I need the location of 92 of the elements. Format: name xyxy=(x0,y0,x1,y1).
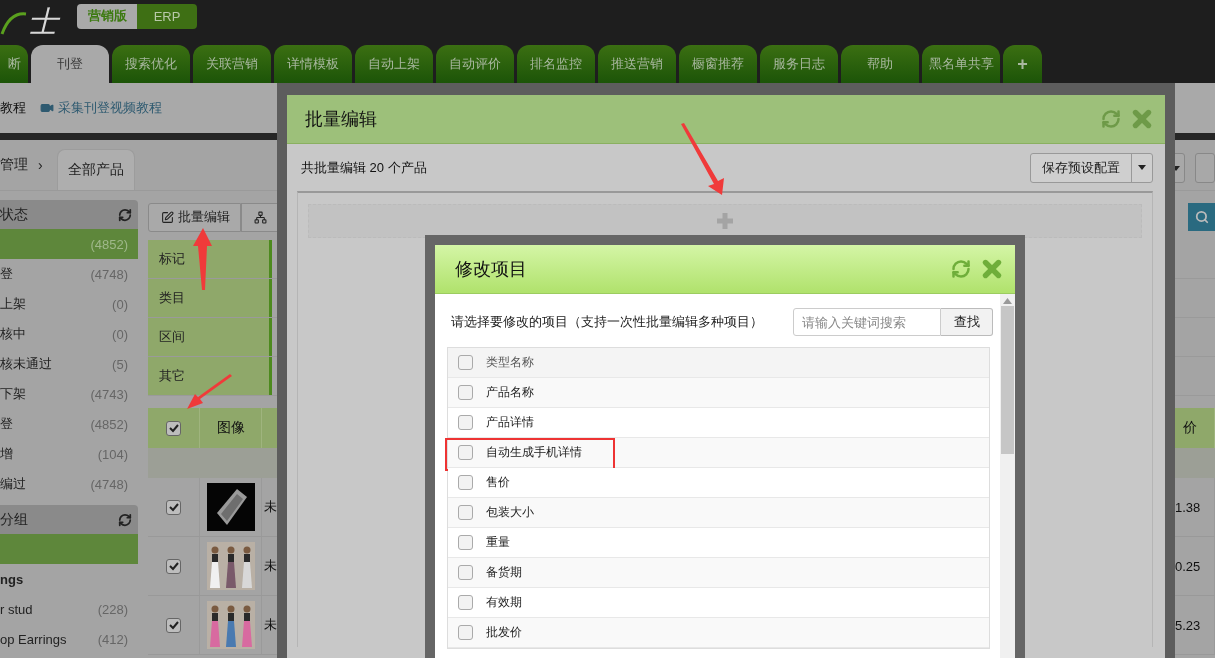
search-button[interactable] xyxy=(1188,203,1215,231)
annotation-arrow xyxy=(187,374,232,409)
caret-icon xyxy=(1138,165,1146,170)
annotation-arrow xyxy=(193,228,212,290)
nav-tab[interactable]: + xyxy=(1003,45,1042,83)
edit-icon xyxy=(161,210,174,224)
search-field[interactable]: 请输入关键词搜索 xyxy=(793,308,941,336)
product-tab[interactable]: 全部产品 xyxy=(56,149,135,190)
nav-tab[interactable]: 自动上架 xyxy=(355,45,433,83)
hierarchy-icon xyxy=(254,210,267,224)
item-label[interactable]: 批发价 xyxy=(486,624,522,641)
instruction-text: 请选择要修改的项目（支持一次性批量编辑多种项目） xyxy=(450,313,764,331)
header-cell: 图像 xyxy=(200,408,262,448)
checkbox[interactable] xyxy=(458,385,473,400)
add-item-bar[interactable] xyxy=(308,204,1142,238)
search-icon xyxy=(1194,210,1209,224)
filter-label: 其它 xyxy=(148,357,272,395)
sidebar-item[interactable]: r stud (228) xyxy=(0,594,138,624)
checkbox[interactable] xyxy=(458,475,473,490)
nav-tab[interactable]: 帮助 xyxy=(841,45,919,83)
logo-text: 士 xyxy=(28,4,58,40)
video-icon xyxy=(40,101,54,115)
checkbox[interactable] xyxy=(458,355,473,370)
item-label[interactable]: 售价 xyxy=(486,474,510,491)
checkbox[interactable] xyxy=(458,625,473,640)
nav-tab[interactable]: 推送营销 xyxy=(598,45,676,83)
sidebar-item[interactable]: 上架 (0) xyxy=(0,289,138,319)
filter-label: 标记 xyxy=(148,240,272,278)
nav-tab[interactable]: 搜索优化 xyxy=(112,45,190,83)
summary-text: 共批量编辑 20 个产品 xyxy=(301,158,428,177)
nav-tab[interactable]: 详情模板 xyxy=(274,45,352,83)
item-label[interactable]: 有效期 xyxy=(486,594,522,611)
sidebar-item[interactable]: 增 (104) xyxy=(0,439,138,469)
toolbar-button[interactable] xyxy=(241,202,278,232)
filter-label: 区间 xyxy=(148,318,272,356)
nav-tab[interactable]: 刊登 xyxy=(31,45,109,83)
checkbox[interactable] xyxy=(166,420,181,436)
sidebar-title: 状态 xyxy=(0,205,28,224)
table-cell: 未 xyxy=(264,616,277,634)
refresh-icon[interactable] xyxy=(951,259,971,279)
nav-tab[interactable]: 断 xyxy=(0,45,28,83)
table-cell: 1.38 xyxy=(1175,499,1201,515)
sidebar-item[interactable]: op Earrings (412) xyxy=(0,624,138,654)
sidebar-title: 分组 xyxy=(0,510,28,529)
checkbox[interactable] xyxy=(458,445,473,460)
sidebar-item[interactable]: 登 (4852) xyxy=(0,409,138,439)
nav-tab[interactable]: 排名监控 xyxy=(517,45,595,83)
modal-title: 批量编辑 xyxy=(305,108,378,131)
checkbox[interactable] xyxy=(458,415,473,430)
list-header: 类型名称 xyxy=(486,354,534,371)
nav-tab[interactable]: 自动评价 xyxy=(436,45,514,83)
item-label[interactable]: 产品名称 xyxy=(486,384,534,401)
checkbox[interactable] xyxy=(458,505,473,520)
filter-label: 类目 xyxy=(148,279,272,317)
checkbox[interactable] xyxy=(166,499,181,515)
item-label[interactable]: 重量 xyxy=(486,534,510,551)
plus-icon xyxy=(716,212,734,230)
table-cell: 未 xyxy=(264,498,277,516)
refresh-icon[interactable] xyxy=(118,207,132,222)
sidebar-item[interactable]: 核未通过 (5) xyxy=(0,349,138,379)
nav-tab[interactable]: 服务日志 xyxy=(760,45,838,83)
nav-tab[interactable]: 黑名单共享 xyxy=(922,45,1000,83)
checkbox[interactable] xyxy=(166,558,181,574)
item-label[interactable]: 包装大小 xyxy=(486,504,534,521)
find-button[interactable]: 查找 xyxy=(941,308,993,336)
sidebar-item[interactable]: 核中 (0) xyxy=(0,319,138,349)
scroll-up-icon[interactable] xyxy=(1003,298,1012,304)
edition-toggle[interactable]: ERP xyxy=(137,3,197,29)
nav-tab[interactable]: 橱窗推荐 xyxy=(679,45,757,83)
table-cell: 5.23 xyxy=(1175,617,1201,633)
sidebar-item[interactable]: 编过 (4748) xyxy=(0,469,138,499)
sidebar-item[interactable]: 登 (4748) xyxy=(0,259,138,289)
nav-tab[interactable]: 关联营销 xyxy=(193,45,271,83)
sidebar-item[interactable]: ngs xyxy=(0,564,138,594)
toolbar-button[interactable]: 批量编辑 xyxy=(148,202,241,232)
tutorial-link[interactable]: 教程 xyxy=(0,99,26,117)
item-label[interactable]: 产品详情 xyxy=(486,414,534,431)
refresh-icon[interactable] xyxy=(118,512,132,527)
breadcrumb-separator: › xyxy=(38,157,43,173)
table-cell: 0.25 xyxy=(1175,558,1201,574)
checkbox[interactable] xyxy=(458,535,473,550)
item-label[interactable]: 自动生成手机详情 xyxy=(486,444,582,461)
checkbox[interactable] xyxy=(458,595,473,610)
breadcrumb-text[interactable]: 管理 xyxy=(0,156,28,174)
checkbox[interactable] xyxy=(166,617,181,633)
sidebar-item[interactable]: 下架 (4743) xyxy=(0,379,138,409)
item-label[interactable]: 备货期 xyxy=(486,564,522,581)
dialog-title: 修改项目 xyxy=(455,258,528,281)
annotation-arrow xyxy=(681,123,724,195)
table-cell: 未 xyxy=(264,557,277,575)
scrollbar[interactable] xyxy=(1000,294,1015,658)
checkbox[interactable] xyxy=(458,565,473,580)
